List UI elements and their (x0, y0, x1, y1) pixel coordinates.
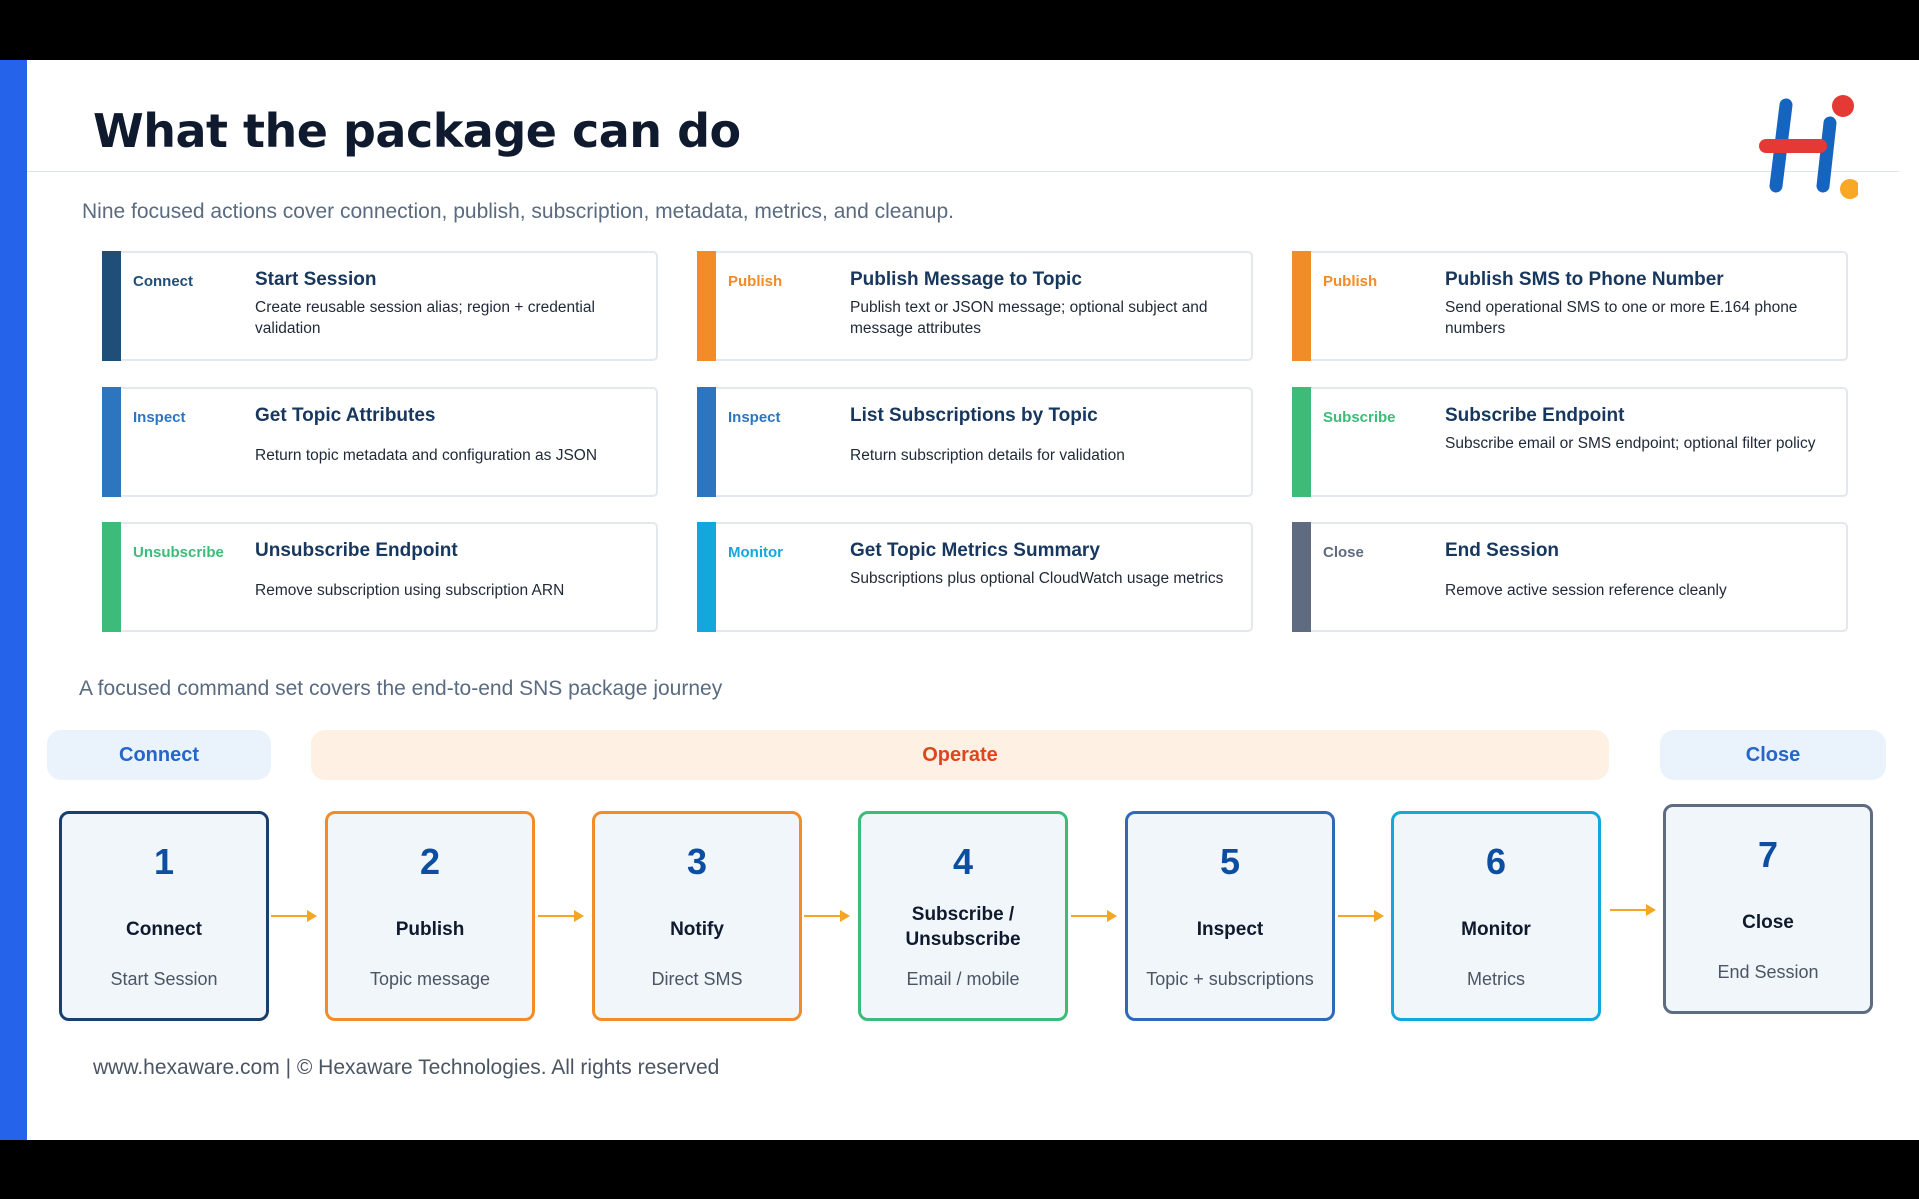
card-accent-bar (102, 522, 121, 632)
action-card-publish-sms: Publish Publish SMS to Phone Number Send… (1292, 251, 1848, 361)
card-accent-bar (697, 251, 716, 361)
journey-step-inspect: 5 Inspect Topic + subscriptions (1125, 811, 1335, 1021)
step-label: Inspect (1196, 919, 1264, 940)
step-subtitle: Start Session (110, 969, 218, 989)
card-accent-bar (697, 387, 716, 497)
card-tag: Publish (728, 273, 783, 290)
step-number: 1 (153, 841, 175, 882)
left-accent-bar (0, 60, 27, 1140)
step-number: 5 (1219, 841, 1241, 882)
journey-step-monitor: 6 Monitor Metrics (1391, 811, 1601, 1021)
step-subtitle: Email / mobile (906, 969, 1020, 989)
footer-copyright: www.hexaware.com | © Hexaware Technologi… (93, 1056, 720, 1079)
card-description: Remove subscription using subscription A… (255, 582, 565, 599)
hexaware-logo-icon (1759, 95, 1858, 199)
card-tag: Monitor (728, 544, 783, 561)
step-number: 6 (1485, 841, 1507, 882)
action-card-list-subscriptions: Inspect List Subscriptions by Topic Retu… (697, 387, 1253, 497)
card-title: End Session (1445, 540, 1560, 561)
phase-pill-connect: Connect (47, 730, 271, 780)
card-accent-bar (102, 387, 121, 497)
card-title: Start Session (255, 269, 377, 290)
card-description: Create reusable session alias; region + … (255, 299, 595, 337)
action-card-unsubscribe-endpoint: Unsubscribe Unsubscribe Endpoint Remove … (102, 522, 658, 632)
phase-pill-operate: Operate (311, 730, 1609, 780)
action-card-start-session: Connect Start Session Create reusable se… (102, 251, 658, 361)
step-subtitle: Metrics (1467, 969, 1525, 989)
step-subtitle: End Session (1717, 962, 1819, 982)
arrow-right-icon (538, 910, 584, 922)
arrow-right-icon (271, 910, 317, 922)
card-tag: Publish (1323, 273, 1378, 290)
card-tag: Connect (133, 273, 193, 290)
card-accent-bar (1292, 251, 1311, 361)
journey-step-connect: 1 Connect Start Session (59, 811, 269, 1021)
card-description: Remove active session reference cleanly (1445, 582, 1727, 599)
step-label: Notify (670, 919, 724, 940)
slide: What the package can do Nine focused act… (0, 60, 1919, 1140)
phase-pill-close: Close (1660, 730, 1886, 780)
card-description: Send operational SMS to one or more E.16… (1445, 299, 1798, 337)
action-card-topic-attributes: Inspect Get Topic Attributes Return topi… (102, 387, 658, 497)
card-title: List Subscriptions by Topic (850, 405, 1098, 426)
action-card-subscribe-endpoint: Subscribe Subscribe Endpoint Subscribe e… (1292, 387, 1848, 497)
journey-step-notify: 3 Notify Direct SMS (592, 811, 802, 1021)
card-title: Publish Message to Topic (850, 269, 1082, 290)
card-description: Return subscription details for validati… (850, 447, 1125, 464)
card-title: Publish SMS to Phone Number (1445, 269, 1724, 290)
journey-caption: A focused command set covers the end-to-… (79, 677, 723, 700)
arrow-right-icon (804, 910, 850, 922)
card-tag: Unsubscribe (133, 544, 224, 561)
journey-step-publish: 2 Publish Topic message (325, 811, 535, 1021)
step-label: Monitor (1461, 919, 1531, 940)
card-tag: Close (1323, 544, 1364, 561)
subtitle: Nine focused actions cover connection, p… (82, 200, 954, 223)
card-accent-bar (697, 522, 716, 632)
card-description: Subscribe email or SMS endpoint; optiona… (1445, 435, 1816, 452)
card-tag: Inspect (728, 409, 781, 426)
step-subtitle: Direct SMS (651, 969, 743, 989)
arrow-right-icon (1338, 910, 1384, 922)
action-card-end-session: Close End Session Remove active session … (1292, 522, 1848, 632)
arrow-right-icon (1610, 904, 1656, 916)
card-title: Unsubscribe Endpoint (255, 540, 458, 561)
step-label: Publish (395, 919, 465, 940)
card-title: Subscribe Endpoint (1445, 405, 1625, 426)
step-number: 4 (952, 841, 974, 882)
card-accent-bar (1292, 387, 1311, 497)
step-label: Close (1742, 912, 1794, 933)
journey-step-close: 7 Close End Session (1663, 804, 1873, 1014)
card-title: Get Topic Attributes (255, 405, 436, 426)
step-label: Connect (126, 919, 202, 940)
journey-step-subscribe: 4 Subscribe / Unsubscribe Email / mobile (858, 811, 1068, 1021)
action-card-topic-metrics: Monitor Get Topic Metrics Summary Subscr… (697, 522, 1253, 632)
step-subtitle: Topic message (369, 969, 491, 989)
action-card-publish-message: Publish Publish Message to Topic Publish… (697, 251, 1253, 361)
title-divider (27, 171, 1899, 172)
step-number: 7 (1757, 834, 1779, 875)
card-description: Subscriptions plus optional CloudWatch u… (850, 570, 1224, 587)
card-accent-bar (102, 251, 121, 361)
card-tag: Subscribe (1323, 409, 1396, 426)
step-subtitle: Topic + subscriptions (1146, 969, 1314, 989)
card-title: Get Topic Metrics Summary (850, 540, 1100, 561)
page-title: What the package can do (93, 104, 741, 158)
step-number: 2 (419, 841, 441, 882)
card-accent-bar (1292, 522, 1311, 632)
arrow-right-icon (1071, 910, 1117, 922)
card-tag: Inspect (133, 409, 186, 426)
card-description: Return topic metadata and configuration … (255, 447, 598, 464)
step-number: 3 (686, 841, 708, 882)
card-description: Publish text or JSON message; optional s… (850, 299, 1208, 337)
step-label: Subscribe / Unsubscribe (905, 904, 1021, 950)
